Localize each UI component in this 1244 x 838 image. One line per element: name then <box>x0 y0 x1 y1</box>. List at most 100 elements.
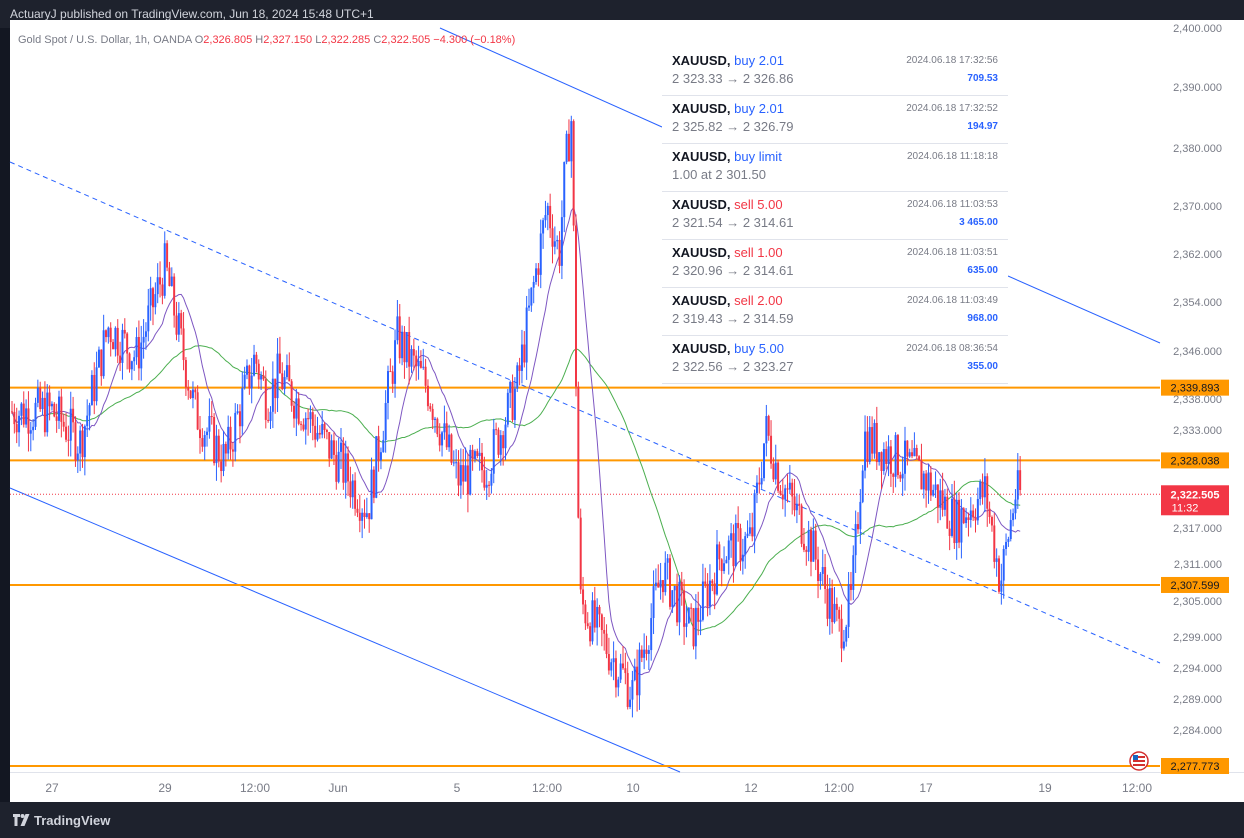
candle-body <box>523 344 526 363</box>
candle-body <box>676 585 679 623</box>
candle-body <box>379 452 382 461</box>
candle-body <box>824 567 827 589</box>
level-label: 2,277.773 <box>1171 761 1220 773</box>
candle-body <box>365 513 368 518</box>
candle-body <box>137 337 140 369</box>
candle-body <box>986 476 989 509</box>
candle-body <box>575 225 577 387</box>
candle-body <box>457 462 460 486</box>
candle-body <box>50 403 53 407</box>
candle-body <box>972 510 975 518</box>
y-tick-label: 2,400.000 <box>1173 23 1222 35</box>
trade-date: 2024.06.18 11:03:51 <box>906 247 998 258</box>
trade-profit: 968.00 <box>967 313 998 324</box>
candle-body <box>22 403 25 425</box>
candle-body <box>65 426 68 440</box>
candle-body <box>854 524 857 556</box>
candle-body <box>619 663 622 680</box>
candle-body <box>372 469 375 498</box>
candle-body <box>304 418 307 430</box>
candle-body <box>605 633 608 655</box>
candle-body <box>951 498 953 536</box>
candle-body <box>842 641 845 649</box>
candle-body <box>826 588 829 619</box>
candle-body <box>643 649 646 658</box>
candle-body <box>525 307 528 363</box>
footer: TradingView <box>0 802 1244 838</box>
symbol-name: Gold Spot / U.S. Dollar, 1h, OANDA <box>18 34 192 46</box>
candle-body <box>163 243 166 296</box>
candle-body <box>1016 470 1019 500</box>
candle-body <box>455 462 458 464</box>
candle-body <box>744 536 747 555</box>
candle-body <box>965 517 968 524</box>
x-tick-label: 19 <box>1038 781 1052 795</box>
candle-body <box>25 408 28 425</box>
candle-body <box>669 558 671 607</box>
candle-body <box>687 607 690 624</box>
candle-body <box>737 522 740 529</box>
candle-body <box>426 385 429 407</box>
candle-body <box>46 392 49 433</box>
candle-body <box>295 398 298 419</box>
chart-svg[interactable]: 2,400.000 2,390.000 2,380.000 2,370.000 2,36… <box>0 0 1244 838</box>
x-tick-label: 29 <box>158 781 172 795</box>
candle-body <box>770 435 773 464</box>
candle-body <box>119 355 122 363</box>
candle-body <box>542 220 545 234</box>
x-tick-label: 17 <box>919 781 933 795</box>
candle-body <box>159 277 162 285</box>
candle-body <box>288 365 291 382</box>
trade-profit: 355.00 <box>967 361 998 372</box>
candle-body <box>979 481 982 499</box>
candle-body <box>67 439 70 441</box>
candle-body <box>330 440 333 459</box>
candle-body <box>765 416 768 444</box>
candle-body <box>495 429 498 431</box>
candle-body <box>255 354 258 364</box>
candle-body <box>976 498 979 521</box>
candle-body <box>990 517 993 526</box>
level-label: 2,328.038 <box>1171 455 1220 467</box>
candle-body <box>652 586 655 619</box>
candle-body <box>471 449 474 459</box>
candle-body <box>640 649 643 658</box>
trade-symbol: XAUUSD, sell 2.00 <box>672 293 783 308</box>
candle-body <box>553 241 556 247</box>
candle-body <box>734 522 737 567</box>
trade-profit: 709.53 <box>967 73 998 84</box>
candle-body <box>448 434 451 448</box>
us-flag-stripe <box>1133 760 1145 762</box>
candle-body <box>173 276 176 316</box>
candle-body <box>325 429 328 432</box>
candle-body <box>297 398 300 424</box>
candle-body <box>904 440 906 474</box>
candle-body <box>755 482 758 494</box>
candle-body <box>875 422 878 463</box>
candle-body <box>318 432 321 435</box>
candle-body <box>452 462 455 464</box>
y-tick-label: 2,362.000 <box>1173 249 1222 261</box>
candle-body <box>1002 548 1005 581</box>
candle-body <box>309 412 312 420</box>
candle-body <box>213 416 216 464</box>
candle-body <box>572 121 575 226</box>
candle-body <box>981 481 984 498</box>
candle-body <box>191 389 194 399</box>
candle-body <box>483 470 486 488</box>
candle-body <box>203 435 206 447</box>
trade-prices: 2 320.96 → 2 314.61 <box>672 263 794 278</box>
candle-body <box>878 452 881 463</box>
candle-body <box>732 533 735 567</box>
candle-body <box>915 447 918 457</box>
candle-body <box>168 267 171 287</box>
trade-action: sell 2.00 <box>734 293 783 308</box>
candle-body <box>819 573 822 581</box>
y-tick-label: 2,299.000 <box>1173 632 1222 644</box>
candle-body <box>394 340 397 384</box>
trade-prices: 2 319.43 → 2 314.59 <box>672 311 794 326</box>
candle-body <box>262 375 265 380</box>
candle-body <box>864 431 867 471</box>
candle-body <box>1005 541 1008 549</box>
candle-body <box>283 377 286 390</box>
